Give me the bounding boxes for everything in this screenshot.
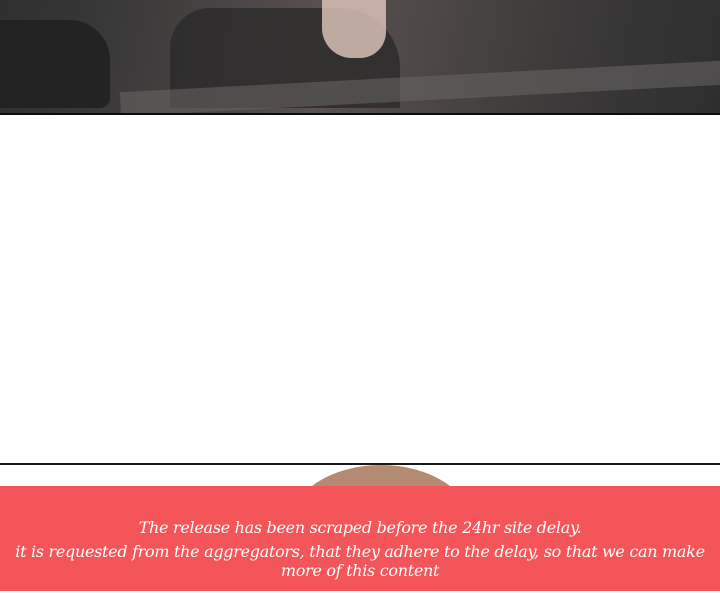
panel-hand-shape: [322, 0, 386, 58]
panel-shadow-shape: [0, 20, 110, 108]
notice-line-1: The release has been scraped before the …: [138, 518, 582, 537]
notice-line-2: it is requested from the aggregators, th…: [15, 542, 705, 580]
comic-panel-top: [0, 0, 720, 115]
scrape-notice-banner: The release has been scraped before the …: [0, 486, 720, 591]
panel-gutter: [0, 115, 720, 463]
